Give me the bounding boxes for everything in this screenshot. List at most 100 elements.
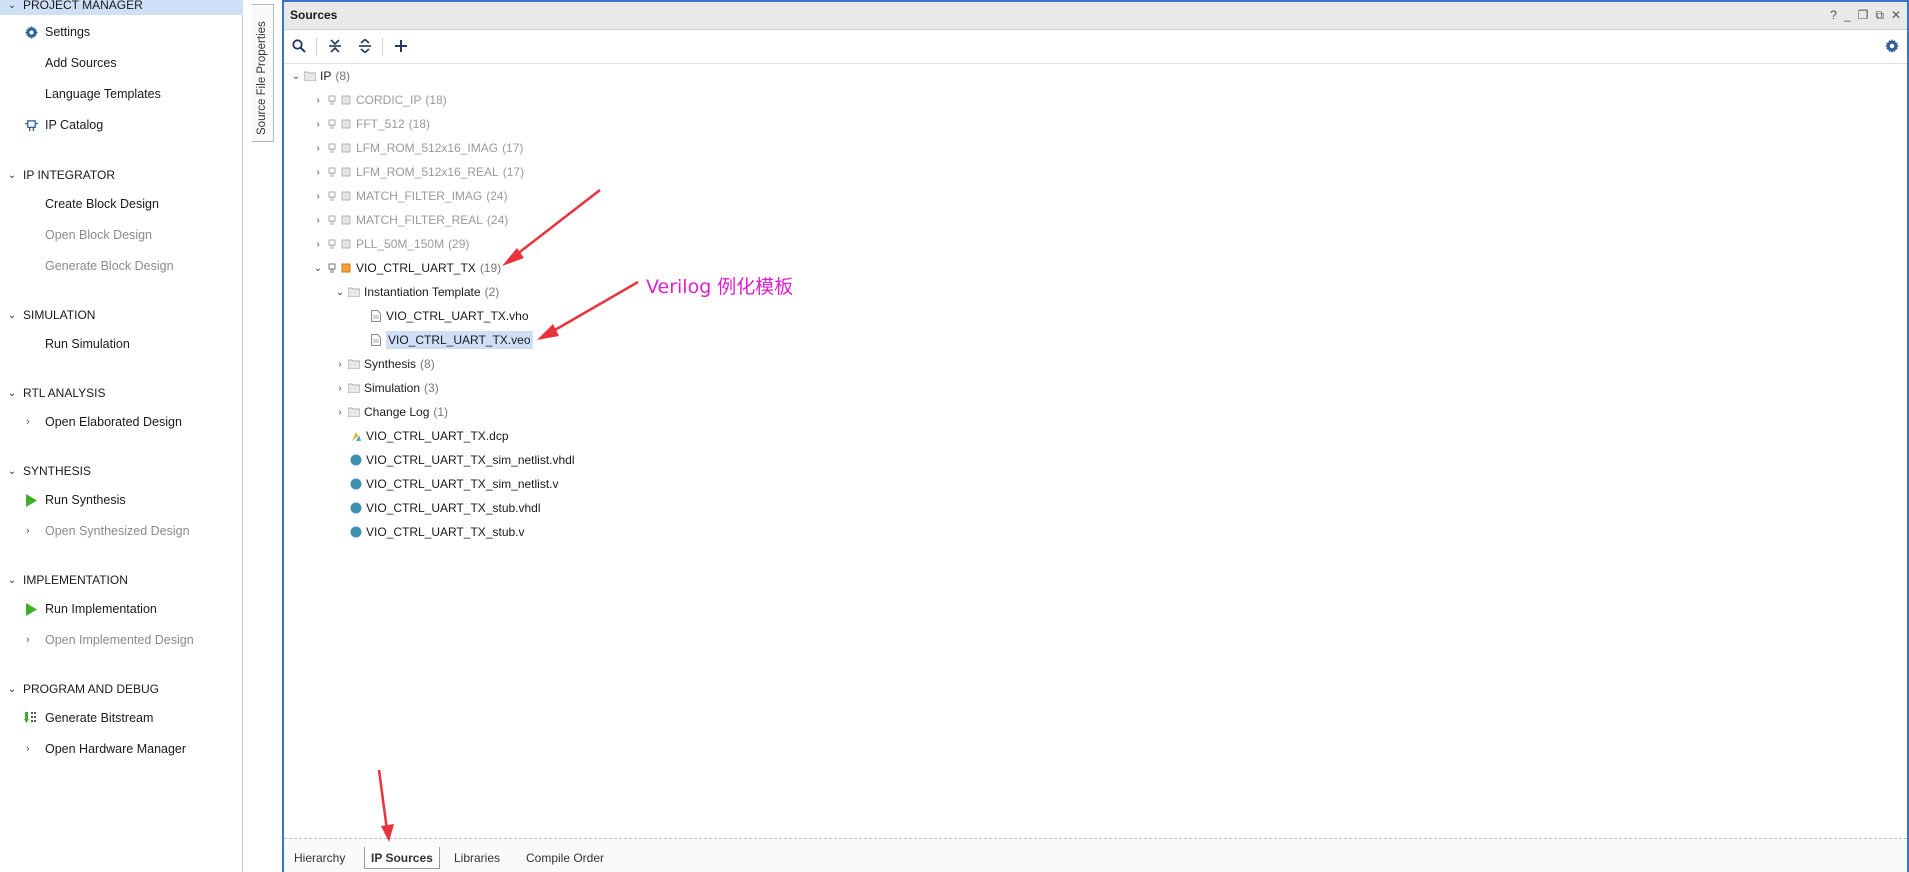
chevron-down-icon: ⌄	[7, 0, 17, 11]
section-project-manager[interactable]: ⌄ PROJECT MANAGER	[0, 0, 243, 15]
section-implementation[interactable]: ⌄ IMPLEMENTATION	[0, 570, 243, 590]
chevron-right-icon: ›	[316, 142, 320, 154]
tree-node-ip-root[interactable]: ⌄ IP (8)	[290, 66, 350, 86]
ip-catalog-icon	[24, 118, 38, 132]
ip-block-icon	[340, 214, 352, 226]
flow-navigator: ⌄ PROJECT MANAGER Settings Add Sources L…	[0, 0, 243, 872]
tab-hierarchy[interactable]: Hierarchy	[288, 847, 351, 869]
ip-icon	[326, 262, 338, 274]
section-synthesis[interactable]: ⌄ SYNTHESIS	[0, 461, 243, 481]
folder-icon	[348, 286, 360, 298]
tab-compile-order[interactable]: Compile Order	[520, 847, 610, 869]
collapse-all-button[interactable]	[324, 36, 346, 58]
close-icon[interactable]: ✕	[1891, 8, 1901, 23]
folder-icon	[348, 358, 360, 370]
tree-node-ip[interactable]: › MATCH_FILTER_IMAG (24)	[312, 186, 507, 206]
tree-node-ip-vio-ctrl-uart-tx[interactable]: ⌄ VIO_CTRL_UART_TX (19)	[312, 258, 501, 278]
source-file-properties-tab[interactable]: Source File Properties	[252, 4, 274, 142]
file-icon	[370, 310, 382, 322]
chevron-right-icon: ›	[316, 214, 320, 226]
chevron-down-icon: ⌄	[7, 387, 17, 399]
chevron-down-icon: ⌄	[7, 574, 17, 586]
expand-all-icon	[358, 37, 372, 56]
tree-node-file-stub[interactable]: VIO_CTRL_UART_TX_stub.v	[348, 522, 525, 542]
tree-node-ip[interactable]: › LFM_ROM_512x16_IMAG (17)	[312, 138, 523, 158]
float-icon[interactable]: ⧉	[1875, 8, 1884, 23]
chevron-down-icon: ⌄	[7, 169, 17, 181]
section-rtl-analysis[interactable]: ⌄ RTL ANALYSIS	[0, 383, 243, 403]
ip-block-icon	[340, 190, 352, 202]
sources-toolbar	[284, 30, 1907, 64]
tab-libraries[interactable]: Libraries	[448, 847, 506, 869]
ip-block-icon	[340, 262, 352, 274]
tree-node-file-vho[interactable]: VIO_CTRL_UART_TX.vho	[368, 306, 529, 326]
netlist-dot-icon	[350, 454, 362, 466]
tree-node-file-veo[interactable]: VIO_CTRL_UART_TX.veo	[368, 330, 533, 350]
collapse-all-icon	[328, 38, 342, 56]
folder-icon	[348, 406, 360, 418]
chevron-right-icon: ›	[26, 634, 30, 646]
netlist-dot-icon	[350, 478, 362, 490]
search-button[interactable]	[288, 36, 310, 58]
help-icon[interactable]: ?	[1830, 8, 1837, 23]
ip-icon	[326, 214, 338, 226]
tree-node-folder-synthesis[interactable]: › Synthesis (8)	[334, 354, 434, 374]
tree-node-file-netlist[interactable]: VIO_CTRL_UART_TX_sim_netlist.v	[348, 474, 559, 494]
section-simulation[interactable]: ⌄ SIMULATION	[0, 305, 243, 325]
sources-panel: Sources ? _ ❐ ⧉ ✕ ⌄ IP (8) › CORDIC_IP (…	[282, 0, 1909, 872]
gear-icon	[24, 25, 38, 39]
play-icon	[24, 602, 38, 616]
chevron-down-icon: ⌄	[7, 309, 17, 321]
tab-ip-sources[interactable]: IP Sources	[364, 847, 440, 869]
ip-icon	[326, 94, 338, 106]
tree-node-ip[interactable]: › PLL_50M_150M (29)	[312, 234, 469, 254]
settings-button[interactable]	[1881, 36, 1903, 58]
ip-icon	[326, 142, 338, 154]
panel-title: Sources	[290, 8, 338, 22]
ip-block-icon	[340, 166, 352, 178]
chevron-right-icon: ›	[26, 416, 30, 428]
tree-node-file-stub[interactable]: VIO_CTRL_UART_TX_stub.vhdl	[348, 498, 541, 518]
netlist-dot-icon	[350, 526, 362, 538]
tree-node-folder-change-log[interactable]: › Change Log (1)	[334, 402, 448, 422]
tree-node-instantiation-template[interactable]: ⌄ Instantiation Template (2)	[334, 282, 499, 302]
netlist-dot-icon	[350, 502, 362, 514]
plus-icon	[394, 39, 408, 56]
ip-block-icon	[340, 142, 352, 154]
play-icon	[24, 493, 38, 507]
chevron-right-icon: ›	[316, 238, 320, 250]
section-program-and-debug[interactable]: ⌄ PROGRAM AND DEBUG	[0, 679, 243, 699]
minimize-icon[interactable]: _	[1844, 8, 1851, 23]
ip-icon	[326, 190, 338, 202]
tree-node-ip[interactable]: › MATCH_FILTER_REAL (24)	[312, 210, 508, 230]
annotation-label: Verilog 例化模板	[646, 276, 794, 298]
ip-block-icon	[340, 238, 352, 250]
tree-node-folder-simulation[interactable]: › Simulation (3)	[334, 378, 438, 398]
tree-node-file-netlist[interactable]: VIO_CTRL_UART_TX_sim_netlist.vhdl	[348, 450, 575, 470]
section-ip-integrator[interactable]: ⌄ IP INTEGRATOR	[0, 165, 243, 185]
chevron-right-icon: ›	[338, 382, 342, 394]
ip-icon	[326, 166, 338, 178]
expand-all-button[interactable]	[354, 36, 376, 58]
chevron-down-icon: ⌄	[7, 683, 17, 695]
add-sources-button[interactable]	[390, 36, 412, 58]
search-icon	[292, 38, 306, 56]
ip-icon	[326, 118, 338, 130]
tree-node-file-dcp[interactable]: VIO_CTRL_UART_TX.dcp	[348, 426, 509, 446]
restore-icon[interactable]: ❐	[1858, 8, 1869, 23]
chevron-down-icon: ⌄	[291, 70, 301, 82]
tree-node-ip[interactable]: › FFT_512 (18)	[312, 114, 430, 134]
tree-node-ip[interactable]: › LFM_ROM_512x16_REAL (17)	[312, 162, 524, 182]
chevron-right-icon: ›	[26, 525, 30, 537]
ip-block-icon	[340, 94, 352, 106]
ip-icon	[326, 238, 338, 250]
gear-icon	[1885, 38, 1899, 56]
chevron-right-icon: ›	[338, 358, 342, 370]
chevron-down-icon: ⌄	[313, 262, 323, 274]
chevron-right-icon: ›	[316, 118, 320, 130]
chevron-right-icon: ›	[316, 166, 320, 178]
bitstream-icon	[24, 711, 38, 725]
chevron-right-icon: ›	[316, 94, 320, 106]
chevron-right-icon: ›	[338, 406, 342, 418]
tree-node-ip[interactable]: › CORDIC_IP (18)	[312, 90, 446, 110]
